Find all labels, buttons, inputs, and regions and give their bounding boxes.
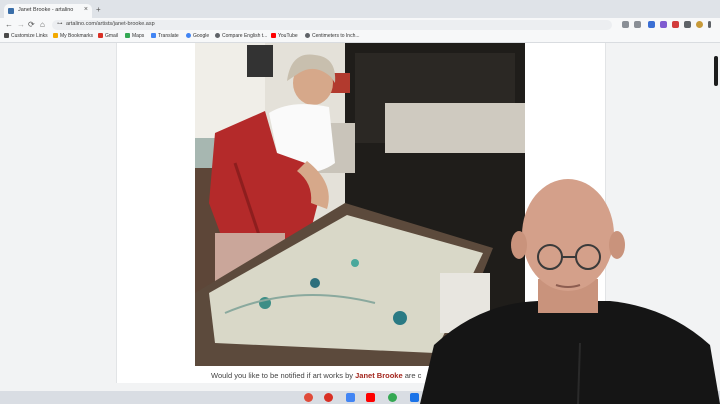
notify-text: Would you like to be notified if art wor… <box>211 371 422 380</box>
bookmark-star-icon[interactable] <box>634 21 641 28</box>
docs-icon[interactable] <box>346 393 355 402</box>
google-icon <box>186 33 191 38</box>
presenter-webcam <box>420 175 720 404</box>
extension-icon[interactable] <box>648 21 655 28</box>
youtube-icon[interactable] <box>366 393 375 402</box>
bookmark-item[interactable]: Customize Links <box>4 33 48 39</box>
bookmarks-bar: Customize Links My Bookmarks Gmail Maps … <box>0 32 720 43</box>
scrollbar-thumb[interactable] <box>714 56 718 86</box>
tab-title: Janet Brooke - artalino <box>18 7 74 13</box>
bookmark-item[interactable]: My Bookmarks <box>53 33 93 39</box>
gmail-icon[interactable] <box>324 393 333 402</box>
artist-name-link[interactable]: Janet Brooke <box>355 371 403 380</box>
puzzle-icon[interactable] <box>684 21 691 28</box>
bookmark-item[interactable]: Translate <box>151 33 179 39</box>
play-store-icon[interactable] <box>388 393 397 402</box>
bookmark-item[interactable]: YouTube <box>271 33 298 39</box>
extension-icon[interactable] <box>672 21 679 28</box>
bookmark-item[interactable]: Maps <box>125 33 144 39</box>
new-tab-button[interactable]: + <box>96 5 101 14</box>
gmail-icon <box>98 33 103 38</box>
bookmark-item[interactable]: Centimeters to Inch... <box>305 33 360 39</box>
avatar[interactable] <box>696 21 703 28</box>
address-toolbar: ← → ⟳ ⌂ ⊶ artalino.com/artists/janet-bro… <box>0 18 720 32</box>
bookmark-item[interactable]: Gmail <box>98 33 118 39</box>
maps-icon <box>125 33 130 38</box>
back-button[interactable]: ← <box>5 20 13 29</box>
forward-button[interactable]: → <box>17 20 25 29</box>
apps-icon <box>4 33 9 38</box>
url-text: artalino.com/artists/janet-brooke.asp <box>66 21 155 27</box>
site-info-icon[interactable]: ⊶ <box>57 21 63 27</box>
close-tab-icon[interactable]: × <box>84 6 88 13</box>
globe-icon <box>215 33 220 38</box>
home-button[interactable]: ⌂ <box>40 20 45 29</box>
folder-icon <box>53 33 58 38</box>
tab-bar: Janet Brooke - artalino × + <box>0 0 720 18</box>
extension-icon[interactable] <box>660 21 667 28</box>
share-icon[interactable] <box>622 21 629 28</box>
youtube-icon <box>271 33 276 38</box>
files-icon[interactable] <box>410 393 419 402</box>
translate-icon <box>151 33 156 38</box>
browser-tab[interactable]: Janet Brooke - artalino × <box>4 4 92 18</box>
chrome-icon[interactable] <box>304 393 313 402</box>
presenter-image <box>420 179 720 404</box>
screen: Janet Brooke - artalino × + ← → ⟳ ⌂ ⊶ ar… <box>0 0 720 404</box>
address-bar[interactable]: ⊶ artalino.com/artists/janet-brooke.asp <box>52 20 612 30</box>
reload-button[interactable]: ⟳ <box>28 20 35 29</box>
globe-icon <box>305 33 310 38</box>
bookmark-item[interactable]: Google <box>186 33 209 39</box>
bookmark-item[interactable]: Compare English t... <box>215 33 267 39</box>
favicon-icon <box>8 8 14 14</box>
more-menu-icon[interactable] <box>708 21 711 28</box>
